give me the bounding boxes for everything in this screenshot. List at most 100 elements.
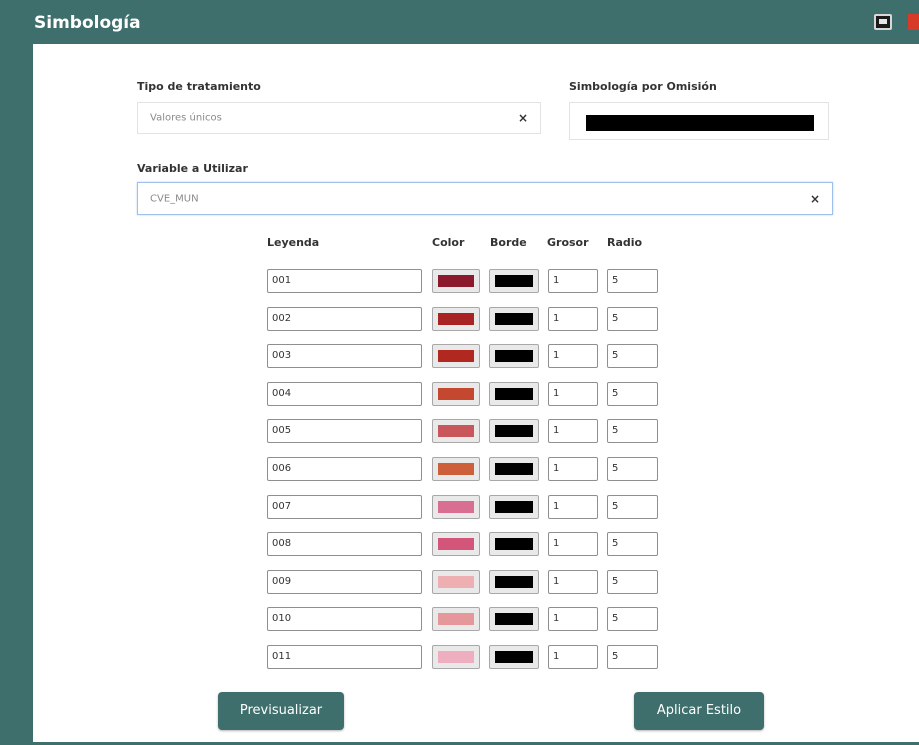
color-picker[interactable] bbox=[432, 344, 480, 368]
color-swatch bbox=[438, 463, 474, 475]
grosor-input[interactable]: 1 bbox=[548, 645, 598, 669]
grosor-input[interactable]: 1 bbox=[548, 344, 598, 368]
radio-input[interactable]: 5 bbox=[607, 419, 658, 443]
header-color: Color bbox=[432, 236, 465, 249]
leyenda-input[interactable]: 001 bbox=[267, 269, 422, 293]
apply-style-button[interactable]: Aplicar Estilo bbox=[634, 692, 764, 730]
border-swatch bbox=[495, 538, 533, 550]
radio-input[interactable]: 5 bbox=[607, 269, 658, 293]
grosor-input[interactable]: 1 bbox=[548, 570, 598, 594]
preview-button[interactable]: Previsualizar bbox=[218, 692, 344, 730]
radio-input[interactable]: 5 bbox=[607, 645, 658, 669]
leyenda-input[interactable]: 010 bbox=[267, 607, 422, 631]
variable-value: CVE_MUN bbox=[150, 193, 199, 204]
color-picker[interactable] bbox=[432, 645, 480, 669]
radio-input[interactable]: 5 bbox=[607, 532, 658, 556]
color-picker[interactable] bbox=[432, 570, 480, 594]
radio-input[interactable]: 5 bbox=[607, 382, 658, 406]
close-icon[interactable] bbox=[908, 14, 919, 30]
leyenda-input[interactable]: 011 bbox=[267, 645, 422, 669]
radio-input[interactable]: 5 bbox=[607, 307, 658, 331]
leyenda-input[interactable]: 005 bbox=[267, 419, 422, 443]
border-swatch bbox=[495, 463, 533, 475]
title-bar: Simbología bbox=[0, 0, 919, 44]
border-swatch bbox=[495, 501, 533, 513]
tipo-select[interactable]: Valores únicos × bbox=[137, 102, 541, 134]
header-grosor: Grosor bbox=[547, 236, 589, 249]
color-swatch bbox=[438, 613, 474, 625]
save-icon[interactable] bbox=[874, 14, 892, 30]
header-leyenda: Leyenda bbox=[267, 236, 320, 249]
grosor-input[interactable]: 1 bbox=[548, 269, 598, 293]
color-picker[interactable] bbox=[432, 457, 480, 481]
grosor-input[interactable]: 1 bbox=[548, 307, 598, 331]
border-color-picker[interactable] bbox=[489, 457, 539, 481]
variable-clear-icon[interactable]: × bbox=[810, 192, 820, 206]
color-swatch bbox=[438, 576, 474, 588]
window-title: Simbología bbox=[34, 13, 141, 33]
border-color-picker[interactable] bbox=[489, 645, 539, 669]
radio-input[interactable]: 5 bbox=[607, 495, 658, 519]
color-picker[interactable] bbox=[432, 495, 480, 519]
tipo-label: Tipo de tratamiento bbox=[137, 80, 261, 93]
leyenda-input[interactable]: 004 bbox=[267, 382, 422, 406]
border-color-picker[interactable] bbox=[489, 419, 539, 443]
color-swatch bbox=[438, 275, 474, 287]
color-picker[interactable] bbox=[432, 269, 480, 293]
color-picker[interactable] bbox=[432, 382, 480, 406]
symbology-window: Simbología Tipo de tratamiento Valores ú… bbox=[0, 0, 919, 745]
border-swatch bbox=[495, 425, 533, 437]
leyenda-input[interactable]: 002 bbox=[267, 307, 422, 331]
leyenda-input[interactable]: 008 bbox=[267, 532, 422, 556]
border-color-picker[interactable] bbox=[489, 532, 539, 556]
color-swatch bbox=[438, 501, 474, 513]
leyenda-input[interactable]: 003 bbox=[267, 344, 422, 368]
radio-input[interactable]: 5 bbox=[607, 457, 658, 481]
header-radio: Radio bbox=[607, 236, 643, 249]
omision-color-picker[interactable] bbox=[569, 102, 829, 140]
grosor-input[interactable]: 1 bbox=[548, 495, 598, 519]
border-color-picker[interactable] bbox=[489, 495, 539, 519]
grosor-input[interactable]: 1 bbox=[548, 607, 598, 631]
omision-label: Simbología por Omisión bbox=[569, 80, 717, 93]
header-borde: Borde bbox=[490, 236, 527, 249]
grosor-input[interactable]: 1 bbox=[548, 382, 598, 406]
omision-color-swatch bbox=[586, 115, 814, 131]
color-picker[interactable] bbox=[432, 307, 480, 331]
border-swatch bbox=[495, 613, 533, 625]
color-swatch bbox=[438, 388, 474, 400]
radio-input[interactable]: 5 bbox=[607, 570, 658, 594]
color-swatch bbox=[438, 651, 474, 663]
color-swatch bbox=[438, 313, 474, 325]
leyenda-input[interactable]: 009 bbox=[267, 570, 422, 594]
border-swatch bbox=[495, 275, 533, 287]
border-swatch bbox=[495, 651, 533, 663]
color-picker[interactable] bbox=[432, 532, 480, 556]
grosor-input[interactable]: 1 bbox=[548, 419, 598, 443]
color-swatch bbox=[438, 350, 474, 362]
radio-input[interactable]: 5 bbox=[607, 344, 658, 368]
border-color-picker[interactable] bbox=[489, 344, 539, 368]
border-color-picker[interactable] bbox=[489, 607, 539, 631]
color-swatch bbox=[438, 425, 474, 437]
border-swatch bbox=[495, 388, 533, 400]
variable-select[interactable]: CVE_MUN × bbox=[137, 182, 833, 215]
variable-label: Variable a Utilizar bbox=[137, 162, 248, 175]
border-color-picker[interactable] bbox=[489, 382, 539, 406]
border-color-picker[interactable] bbox=[489, 269, 539, 293]
border-color-picker[interactable] bbox=[489, 570, 539, 594]
border-swatch bbox=[495, 350, 533, 362]
leyenda-input[interactable]: 007 bbox=[267, 495, 422, 519]
color-swatch bbox=[438, 538, 474, 550]
border-swatch bbox=[495, 313, 533, 325]
color-picker[interactable] bbox=[432, 607, 480, 631]
leyenda-input[interactable]: 006 bbox=[267, 457, 422, 481]
border-color-picker[interactable] bbox=[489, 307, 539, 331]
tipo-value: Valores únicos bbox=[150, 112, 222, 124]
tipo-clear-icon[interactable]: × bbox=[518, 111, 528, 125]
color-picker[interactable] bbox=[432, 419, 480, 443]
radio-input[interactable]: 5 bbox=[607, 607, 658, 631]
border-swatch bbox=[495, 576, 533, 588]
grosor-input[interactable]: 1 bbox=[548, 532, 598, 556]
grosor-input[interactable]: 1 bbox=[548, 457, 598, 481]
